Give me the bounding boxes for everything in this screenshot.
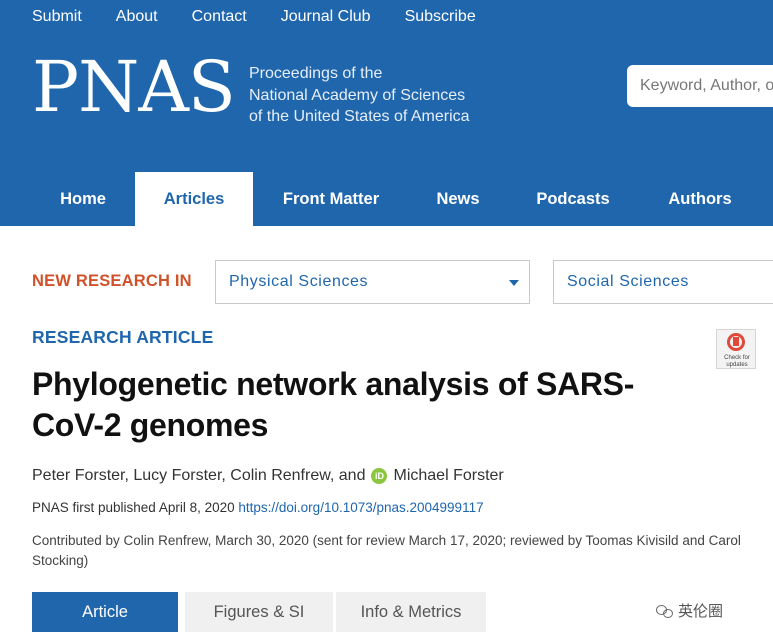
doi-link[interactable]: https://doi.org/10.1073/pnas.2004999117: [238, 500, 483, 515]
tab-authors[interactable]: Authors: [650, 172, 750, 226]
tab-home[interactable]: Home: [32, 172, 134, 226]
top-nav-about[interactable]: About: [116, 8, 158, 26]
check-for-updates-badge[interactable]: Check for updates: [716, 329, 756, 369]
site-header: Submit About Contact Journal Club Subscr…: [0, 0, 773, 226]
author-list: Peter Forster, Lucy Forster, Colin Renfr…: [32, 467, 504, 485]
tagline-line-2: National Academy of Sciences: [249, 86, 466, 104]
main-nav: Home Articles Front Matter News Podcasts…: [0, 172, 773, 226]
orcid-icon[interactable]: iD: [371, 468, 388, 484]
physical-sciences-select[interactable]: Physical Sciences: [215, 260, 530, 304]
chevron-down-icon: [509, 280, 519, 286]
published-date: PNAS first published April 8, 2020: [32, 500, 235, 515]
top-nav: Submit About Contact Journal Club Subscr…: [32, 8, 510, 26]
tab-article[interactable]: Article: [32, 592, 178, 632]
tab-figures-si[interactable]: Figures & SI: [185, 592, 333, 632]
tab-front-matter[interactable]: Front Matter: [262, 172, 400, 226]
article-type: RESEARCH ARTICLE: [32, 327, 214, 347]
watermark-text: 英伦圈: [678, 603, 724, 620]
tab-articles[interactable]: Articles: [135, 172, 253, 226]
tagline-line-3: of the United States of America: [249, 108, 470, 125]
tab-podcasts[interactable]: Podcasts: [518, 172, 628, 226]
physical-sciences-select-value: Physical Sciences: [229, 273, 369, 290]
new-research-label: NEW RESEARCH IN: [32, 272, 192, 290]
top-nav-journal-club[interactable]: Journal Club: [281, 8, 371, 26]
tab-news[interactable]: News: [418, 172, 498, 226]
authors-text[interactable]: Peter Forster, Lucy Forster, Colin Renfr…: [32, 467, 365, 485]
social-sciences-select[interactable]: Social Sciences: [553, 260, 773, 304]
tagline-line-1: Proceedings of the: [249, 65, 383, 82]
tab-info-metrics[interactable]: Info & Metrics: [336, 592, 486, 632]
article-title: Phylogenetic network analysis of SARS-Co…: [32, 366, 635, 443]
bookmark-icon: [733, 337, 739, 346]
top-nav-subscribe[interactable]: Subscribe: [405, 8, 476, 26]
contributed-note: Contributed by Colin Renfrew, March 30, …: [32, 533, 741, 568]
check-updates-text: Check for updates: [724, 355, 750, 368]
author-michael-forster[interactable]: Michael Forster: [393, 467, 503, 485]
search-input[interactable]: Keyword, Author, o: [627, 65, 773, 107]
wechat-icon: [656, 604, 674, 618]
watermark: 英伦圈: [656, 600, 723, 621]
top-nav-submit[interactable]: Submit: [32, 8, 82, 26]
pnas-logo[interactable]: PNAS: [32, 52, 236, 122]
top-nav-contact[interactable]: Contact: [192, 8, 247, 26]
social-sciences-select-value: Social Sciences: [567, 273, 689, 290]
publication-line: PNAS first published April 8, 2020 https…: [32, 500, 484, 515]
journal-tagline: Proceedings of the National Academy of S…: [249, 63, 470, 128]
